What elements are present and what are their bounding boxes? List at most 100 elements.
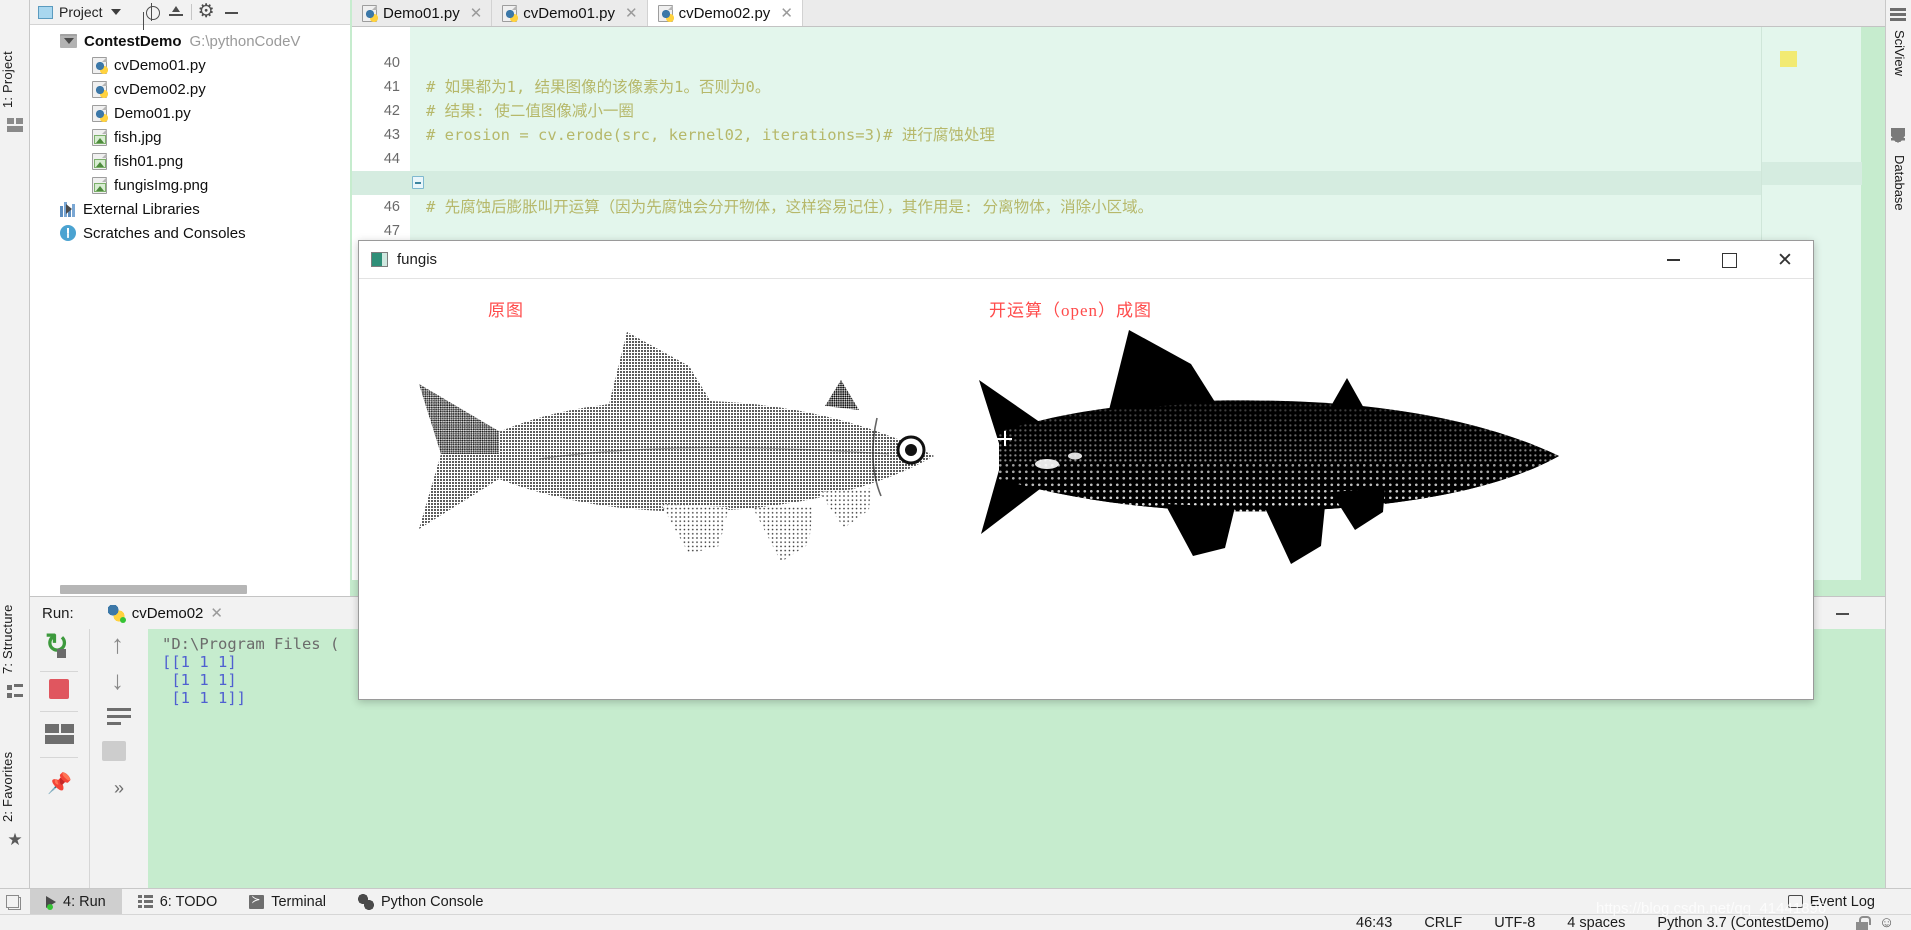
tree-item-label: External Libraries bbox=[83, 201, 200, 218]
sidebar-tab-database[interactable]: Database bbox=[1889, 155, 1907, 211]
close-icon[interactable]: ✕ bbox=[470, 4, 483, 22]
sidebar-tab-sciview[interactable]: SciView bbox=[1889, 30, 1907, 76]
close-icon[interactable]: ✕ bbox=[210, 604, 223, 622]
layout-button[interactable] bbox=[45, 724, 74, 744]
tree-item-label: fish.jpg bbox=[114, 129, 162, 146]
tree-item-external-libraries[interactable]: External Libraries bbox=[30, 197, 350, 221]
more-button[interactable] bbox=[103, 779, 135, 811]
soft-wrap-button[interactable] bbox=[107, 707, 131, 727]
tree-arrow-contestdemo[interactable] bbox=[64, 36, 76, 48]
project-panel-title: Project bbox=[59, 4, 103, 20]
tree-item-label: Scratches and Consoles bbox=[83, 225, 246, 242]
terminal-icon bbox=[249, 895, 264, 909]
pin-button[interactable] bbox=[43, 769, 75, 801]
code-line: 42 # erosion = cv.erode(src, kernel02, i… bbox=[352, 75, 1761, 99]
scroll-to-end-button[interactable] bbox=[102, 741, 126, 761]
project-toolbar: Project bbox=[30, 0, 350, 25]
file-encoding[interactable]: UTF-8 bbox=[1478, 915, 1551, 930]
python-file-icon bbox=[502, 5, 517, 22]
run-play-icon bbox=[46, 896, 56, 908]
sidebar-tab-project[interactable]: 1: Project bbox=[0, 16, 30, 112]
run-side-toolbar bbox=[30, 629, 148, 889]
collapse-all-icon[interactable] bbox=[167, 3, 185, 21]
chevron-down-icon[interactable] bbox=[111, 9, 121, 15]
cv-window-titlebar[interactable]: fungis ✕ bbox=[359, 241, 1813, 279]
bottom-tab-python-console[interactable]: Python Console bbox=[342, 889, 499, 915]
close-icon[interactable]: ✕ bbox=[625, 4, 638, 22]
settings-gear-icon[interactable] bbox=[198, 3, 216, 21]
minimize-icon[interactable] bbox=[1645, 241, 1701, 279]
event-log-icon bbox=[1788, 895, 1803, 908]
select-opened-file-icon[interactable] bbox=[143, 3, 161, 21]
tab-demo01-py[interactable]: Demo01.py ✕ bbox=[352, 0, 492, 26]
opencv-image-window[interactable]: fungis ✕ 原图 开运算（open）成图 bbox=[358, 240, 1814, 700]
close-icon[interactable]: ✕ bbox=[1757, 241, 1813, 279]
tree-item-contestdemo[interactable]: ContestDemo G:\pythonCodeV bbox=[30, 29, 350, 53]
run-tab-label: cvDemo02 bbox=[132, 605, 204, 622]
python-interpreter[interactable]: Python 3.7 (ContestDemo) bbox=[1641, 915, 1845, 930]
tree-item-label: ContestDemo bbox=[84, 33, 182, 50]
tree-item-demo01[interactable]: Demo01.py bbox=[30, 101, 350, 125]
right-tool-strip: SciView Database bbox=[1885, 0, 1911, 888]
unlocked-icon[interactable] bbox=[1855, 916, 1869, 930]
python-icon bbox=[108, 605, 125, 622]
console-line: [1 1 1]] bbox=[162, 689, 246, 707]
python-file-icon bbox=[92, 105, 107, 122]
hector-icon[interactable]: ☺ bbox=[1879, 915, 1895, 930]
rerun-button[interactable] bbox=[43, 633, 75, 665]
code-line-current: 46 # 用来消除小物体、在纤细点处分离物体、平滑较大物体的边界的同时并不明显改… bbox=[352, 171, 1761, 195]
bottom-tab-event-log[interactable]: Event Log bbox=[1772, 889, 1891, 915]
sciview-icon bbox=[1890, 8, 1906, 24]
tree-item-fish01-png[interactable]: fish01.png bbox=[30, 149, 350, 173]
indent-setting[interactable]: 4 spaces bbox=[1551, 915, 1641, 930]
tree-item-label: cvDemo02.py bbox=[114, 81, 206, 98]
code-line: 41 # 结果: 使二值图像减小一圈 bbox=[352, 51, 1761, 75]
line-separator[interactable]: CRLF bbox=[1408, 915, 1478, 930]
python-file-icon bbox=[92, 57, 107, 74]
code-fold-icon[interactable] bbox=[412, 176, 424, 189]
bottom-tab-label: Event Log bbox=[1810, 894, 1875, 910]
tab-cvdemo01-py[interactable]: cvDemo01.py ✕ bbox=[492, 0, 647, 26]
run-tab-cvdemo02[interactable]: cvDemo02 ✕ bbox=[108, 604, 223, 622]
warning-marker[interactable] bbox=[1780, 51, 1797, 67]
bottom-tab-run[interactable]: 4: Run bbox=[30, 889, 122, 915]
python-file-icon bbox=[92, 81, 107, 98]
hide-panel-icon[interactable] bbox=[222, 3, 240, 21]
tab-cvdemo02-py[interactable]: cvDemo02.py ✕ bbox=[648, 0, 803, 26]
scroll-up-button[interactable] bbox=[103, 633, 135, 665]
tree-item-fungisimg-png[interactable]: fungisImg.png bbox=[30, 173, 350, 197]
image-file-icon bbox=[92, 153, 107, 170]
stop-button[interactable] bbox=[49, 679, 69, 699]
tree-arrow-external-libraries[interactable] bbox=[64, 204, 76, 216]
tree-item-scratches-and-consoles[interactable]: Scratches and Consoles bbox=[30, 221, 350, 245]
image-file-icon bbox=[92, 129, 107, 146]
bottom-tab-todo[interactable]: 6: TODO bbox=[122, 889, 233, 915]
close-icon[interactable]: ✕ bbox=[780, 4, 793, 22]
cv-window-title: fungis bbox=[397, 251, 437, 268]
hide-panel-icon[interactable] bbox=[1833, 604, 1851, 622]
bottom-tab-label: 6: TODO bbox=[160, 894, 217, 910]
tree-item-label: cvDemo01.py bbox=[114, 57, 206, 74]
sidebar-tab-favorites[interactable]: 2: Favorites bbox=[0, 716, 30, 826]
scroll-down-button[interactable] bbox=[103, 669, 135, 701]
code-lines: 40 # 如果都为1, 结果图像的该像素为1。否则为0。 41 # 结果: 使二… bbox=[352, 27, 1761, 243]
caret-position[interactable]: 46:43 bbox=[1340, 915, 1408, 930]
tree-item-label: fish01.png bbox=[114, 153, 183, 170]
sidebar-tab-project-label: 1: Project bbox=[0, 51, 15, 108]
status-bar-corner-icon bbox=[6, 895, 22, 911]
sidebar-tab-structure[interactable]: 7: Structure bbox=[0, 568, 30, 678]
console-line: [1 1 1] bbox=[162, 671, 237, 689]
sidebar-tab-sciview-label: SciView bbox=[1892, 30, 1907, 76]
bottom-tab-terminal[interactable]: Terminal bbox=[233, 889, 342, 915]
project-icon bbox=[7, 118, 23, 134]
project-path-label: G:\pythonCodeV bbox=[190, 33, 301, 50]
code-line: 44 bbox=[352, 123, 1761, 147]
maximize-icon[interactable] bbox=[1701, 241, 1757, 279]
tree-item-cvdemo01[interactable]: cvDemo01.py bbox=[30, 53, 350, 77]
sidebar-tab-favorites-label: 2: Favorites bbox=[0, 752, 15, 822]
tree-item-cvdemo02[interactable]: cvDemo02.py bbox=[30, 77, 350, 101]
project-horizontal-scrollbar[interactable] bbox=[60, 585, 247, 594]
tree-item-fish-jpg[interactable]: fish.jpg bbox=[30, 125, 350, 149]
code-line: 40 # 如果都为1, 结果图像的该像素为1。否则为0。 bbox=[352, 27, 1761, 51]
editor-tab-bar: Demo01.py ✕ cvDemo01.py ✕ cvDemo02.py ✕ bbox=[352, 0, 1911, 27]
